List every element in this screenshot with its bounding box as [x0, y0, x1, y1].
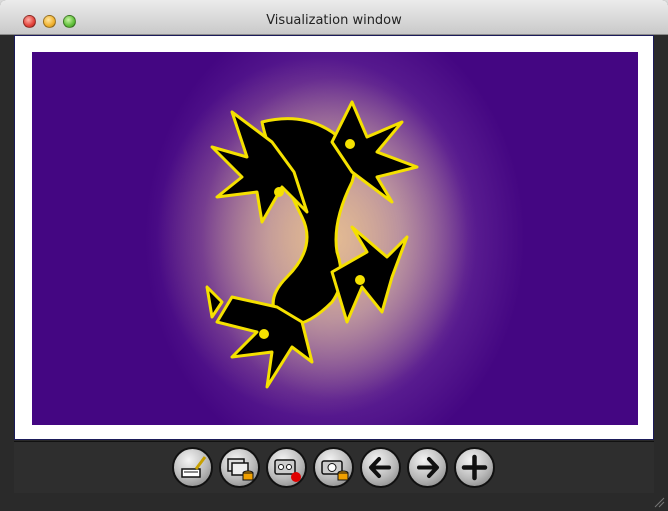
- forward-button[interactable]: [407, 447, 448, 488]
- resize-grip-icon[interactable]: [653, 496, 665, 508]
- arrow-right-icon: [417, 457, 439, 478]
- bottom-toolbar: [14, 441, 654, 494]
- tape-record-icon: [274, 459, 301, 482]
- fractal-canvas[interactable]: [32, 52, 638, 425]
- plus-icon: [461, 454, 488, 481]
- arrow-left-icon: [369, 457, 391, 478]
- snapshot-button[interactable]: [313, 447, 354, 488]
- title-bar[interactable]: Visualization window: [0, 0, 668, 35]
- render-viewport: [14, 35, 654, 440]
- windows-database-icon: [227, 458, 254, 481]
- brush-edit-icon: [181, 456, 207, 478]
- camera-database-icon: [321, 460, 349, 481]
- record-button[interactable]: [266, 447, 307, 488]
- zoom-in-button[interactable]: [454, 447, 495, 488]
- visualization-window: Visualization window: [0, 0, 668, 511]
- julia-set-fractal: [157, 57, 477, 417]
- status-strip: [0, 493, 668, 511]
- back-button[interactable]: [360, 447, 401, 488]
- window-title: Visualization window: [266, 13, 402, 28]
- save-windows-button[interactable]: [219, 447, 260, 488]
- edit-button[interactable]: [172, 447, 213, 488]
